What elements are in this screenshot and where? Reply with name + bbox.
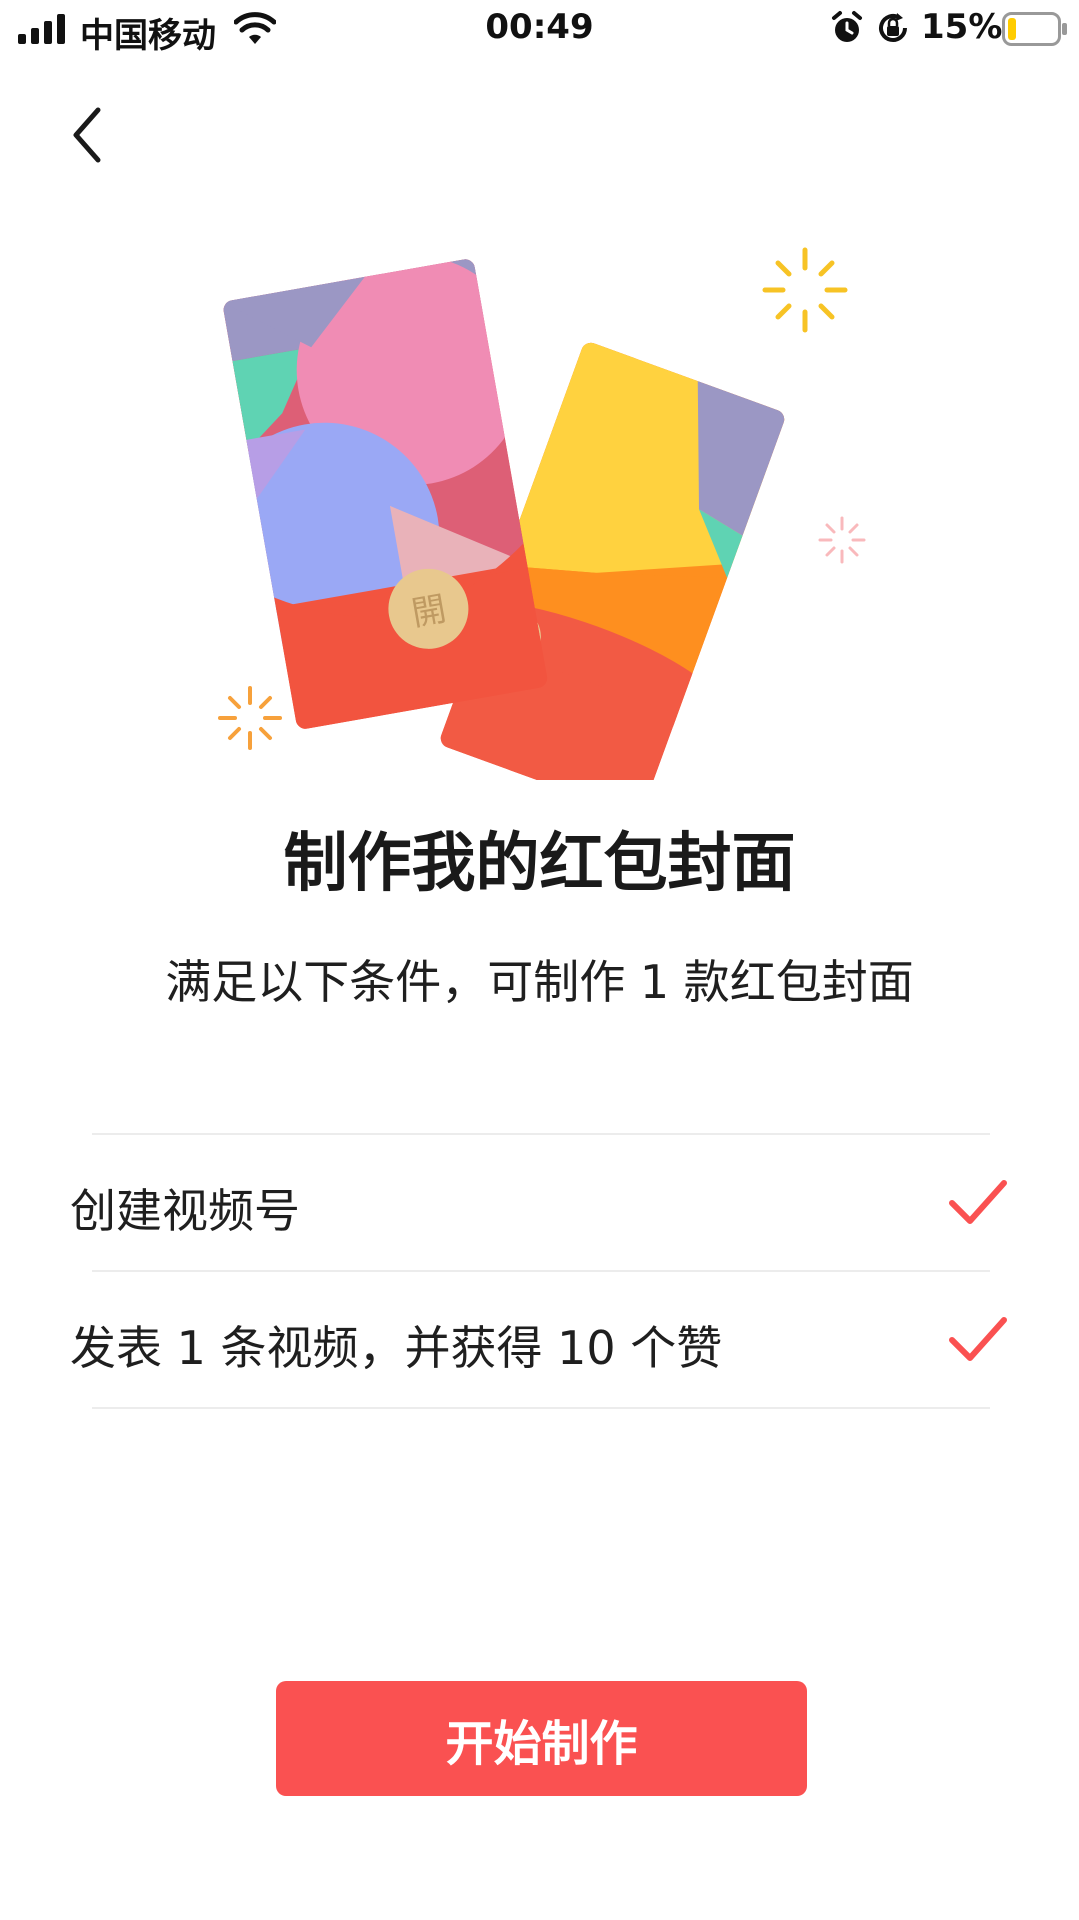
page-title: 制作我的红包封面 bbox=[283, 827, 796, 901]
alarm-icon bbox=[832, 11, 862, 42]
sparkle-icon bbox=[818, 516, 866, 564]
red-packet-illustration: 開 開 bbox=[218, 247, 866, 780]
open-char: 開 bbox=[409, 589, 449, 634]
battery-percent: 15% bbox=[921, 7, 1003, 47]
rotation-lock-icon bbox=[879, 13, 907, 42]
back-chevron-icon[interactable] bbox=[64, 100, 114, 170]
battery-icon bbox=[1002, 12, 1067, 46]
red-packet-cover-page: 中国移动 00:49 15% 開 制作我的红包封面 满足以下条件，可制作 1 款… bbox=[0, 0, 1079, 1920]
sparkle-icon bbox=[762, 247, 848, 333]
condition-label: 发表 1 条视频，并获得 10 个赞 bbox=[70, 1321, 723, 1375]
condition-item-create-channel: 创建视频号 bbox=[0, 1135, 1079, 1271]
page-subtitle: 满足以下条件，可制作 1 款红包封面 bbox=[165, 955, 914, 1009]
start-making-button[interactable]: 开始制作 bbox=[276, 1681, 807, 1796]
red-packet-card-front: 開 bbox=[222, 257, 549, 731]
sparkle-icon bbox=[218, 686, 282, 750]
status-bar: 中国移动 00:49 15% bbox=[0, 0, 1079, 60]
check-icon bbox=[949, 1317, 1007, 1361]
condition-label: 创建视频号 bbox=[70, 1184, 300, 1238]
condition-item-post-video: 发表 1 条视频，并获得 10 个赞 bbox=[0, 1272, 1079, 1408]
clock-time: 00:49 bbox=[485, 7, 594, 47]
divider bbox=[92, 1407, 990, 1409]
check-icon bbox=[949, 1180, 1007, 1224]
